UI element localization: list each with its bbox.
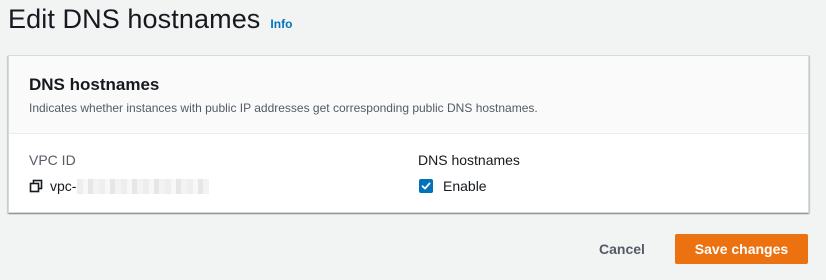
enable-checkbox[interactable] xyxy=(419,179,433,193)
dns-hostnames-label: DNS hostnames xyxy=(418,152,520,168)
card-title: DNS hostnames xyxy=(29,75,160,94)
checkmark-icon xyxy=(421,182,431,190)
page-title: Edit DNS hostnames xyxy=(8,4,261,34)
enable-checkbox-row: Enable xyxy=(418,177,520,195)
edit-dns-hostnames-page: Edit DNS hostnames Info DNS hostnames In… xyxy=(0,0,826,280)
info-link[interactable]: Info xyxy=(270,17,292,31)
page-header: Edit DNS hostnames Info xyxy=(8,2,292,36)
save-changes-button[interactable]: Save changes xyxy=(675,234,808,264)
card-description: Indicates whether instances with public … xyxy=(29,101,538,115)
enable-checkbox-label[interactable]: Enable xyxy=(443,177,487,195)
vpc-id-value: vpc- xyxy=(50,178,77,194)
vpc-id-redacted xyxy=(77,178,210,194)
dns-hostnames-field: DNS hostnames Enable xyxy=(418,151,520,195)
dns-hostnames-card: DNS hostnames Indicates whether instance… xyxy=(8,55,809,213)
card-header: DNS hostnames Indicates whether instance… xyxy=(9,56,808,134)
vpc-id-field: VPC ID vpc- xyxy=(29,151,210,195)
cancel-button[interactable]: Cancel xyxy=(590,234,654,264)
vpc-id-label: VPC ID xyxy=(29,152,76,168)
card-body: VPC ID vpc- DNS hostnames Enable xyxy=(9,134,808,212)
vpc-id-row: vpc- xyxy=(29,177,210,195)
copy-icon[interactable] xyxy=(29,179,43,193)
